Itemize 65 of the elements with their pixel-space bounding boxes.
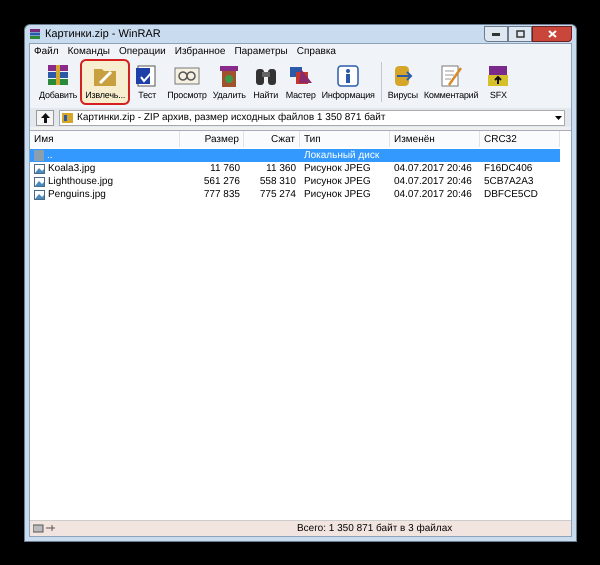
address-field[interactable]: Картинки.zip - ZIP архив, размер исходных файлов 1 350 871 байт (59, 110, 565, 126)
up-folder-button[interactable] (36, 110, 54, 126)
table-cell-text: 561 276 (204, 175, 240, 189)
toolbar-button[interactable]: Извлечь... (80, 58, 130, 105)
image-file-icon (34, 176, 45, 186)
table-cell-text: 04.07.2017 20:46 (394, 175, 472, 189)
window-title: Картинки.zip - WinRAR (45, 26, 161, 42)
minimize-icon (492, 32, 500, 36)
close-button[interactable] (532, 26, 572, 42)
menu-item[interactable]: Файл (34, 44, 59, 58)
column-header[interactable]: Сжат (244, 131, 300, 147)
table-cell-text: 777 835 (204, 188, 240, 202)
table-cell-text: Рисунок JPEG (304, 188, 371, 202)
table-row[interactable]: Penguins.jpg 777 835 775 274 Рисунок JPEG 04.07.2017 20:46 DBFCE5CD (30, 188, 560, 201)
minimize-button[interactable] (484, 26, 508, 42)
column-header[interactable]: Тип (300, 131, 390, 147)
column-header[interactable]: Имя (30, 131, 180, 147)
menu-item[interactable]: Операции (118, 44, 166, 58)
table-cell-text: 558 310 (260, 175, 296, 189)
toolbar-button[interactable]: SFX (481, 58, 516, 105)
menu-item[interactable]: Команды (68, 44, 110, 58)
table-cell-text: 04.07.2017 20:46 (394, 162, 472, 176)
table-cell-text: DBFCE5CD (484, 188, 538, 202)
table-cell-text: 04.07.2017 20:46 (394, 188, 472, 202)
table-cell-text: 11 360 (266, 162, 296, 176)
menu-item[interactable]: Избранное (174, 44, 226, 58)
toolbar-button[interactable]: Просмотр (164, 58, 210, 105)
table-cell-text: Рисунок JPEG (304, 162, 371, 176)
toolbar-button[interactable]: Мастер (282, 58, 319, 105)
file-name: Penguins.jpg (48, 188, 106, 202)
file-name: .. (47, 149, 53, 163)
close-icon (548, 30, 556, 38)
toolbar-button[interactable]: Вирусы (384, 58, 421, 105)
file-name: Lighthouse.jpg (48, 175, 114, 189)
column-header[interactable]: Изменён (390, 131, 480, 147)
status-text: Всего: 1 350 871 байт в 3 файлах (297, 522, 452, 536)
table-cell-text: Рисунок JPEG (304, 175, 371, 189)
table-cell-text: 775 274 (260, 188, 296, 202)
image-file-icon (34, 164, 45, 174)
column-header[interactable]: CRC32 (480, 131, 560, 147)
table-row[interactable]: Koala3.jpg 11 760 11 360 Рисунок JPEG 04.07.2017 20:46 F16DC406 (30, 162, 560, 175)
toolbar-button[interactable]: Найти (248, 58, 283, 105)
table-cell-text: Локальный диск (304, 149, 380, 163)
up-arrow-icon (40, 112, 50, 122)
table-cell-text: F16DC406 (484, 162, 532, 176)
drive-icon (33, 524, 57, 533)
file-name: Koala3.jpg (48, 162, 96, 176)
toolbar-button[interactable]: Информация (318, 58, 378, 105)
dropdown-arrow-icon[interactable] (555, 116, 562, 120)
toolbar-button[interactable]: Тест (130, 58, 164, 105)
toolbar-button[interactable]: Добавить (36, 58, 80, 105)
maximize-button[interactable] (508, 26, 532, 42)
archive-icon (62, 112, 73, 122)
toolbar-button[interactable]: Удалить (210, 58, 249, 105)
table-cell-text: 11 760 (210, 162, 240, 176)
image-file-icon (34, 190, 45, 200)
table-row[interactable]: Lighthouse.jpg 561 276 558 310 Рисунок JPEG 04.07.2017 20:46 5CB7A2A3 (30, 175, 560, 188)
table-cell-text: 5CB7A2A3 (484, 175, 534, 189)
menu-item[interactable]: Параметры (234, 44, 288, 58)
toolbar-button[interactable]: Комментарий (420, 58, 482, 105)
app-icon (29, 28, 41, 40)
restore-icon (516, 30, 524, 38)
column-header[interactable]: Размер (180, 131, 244, 147)
menu-item[interactable]: Справка (296, 44, 336, 58)
address-text: Картинки.zip - ZIP архив, размер исходных файлов 1 350 871 байт (77, 111, 386, 125)
